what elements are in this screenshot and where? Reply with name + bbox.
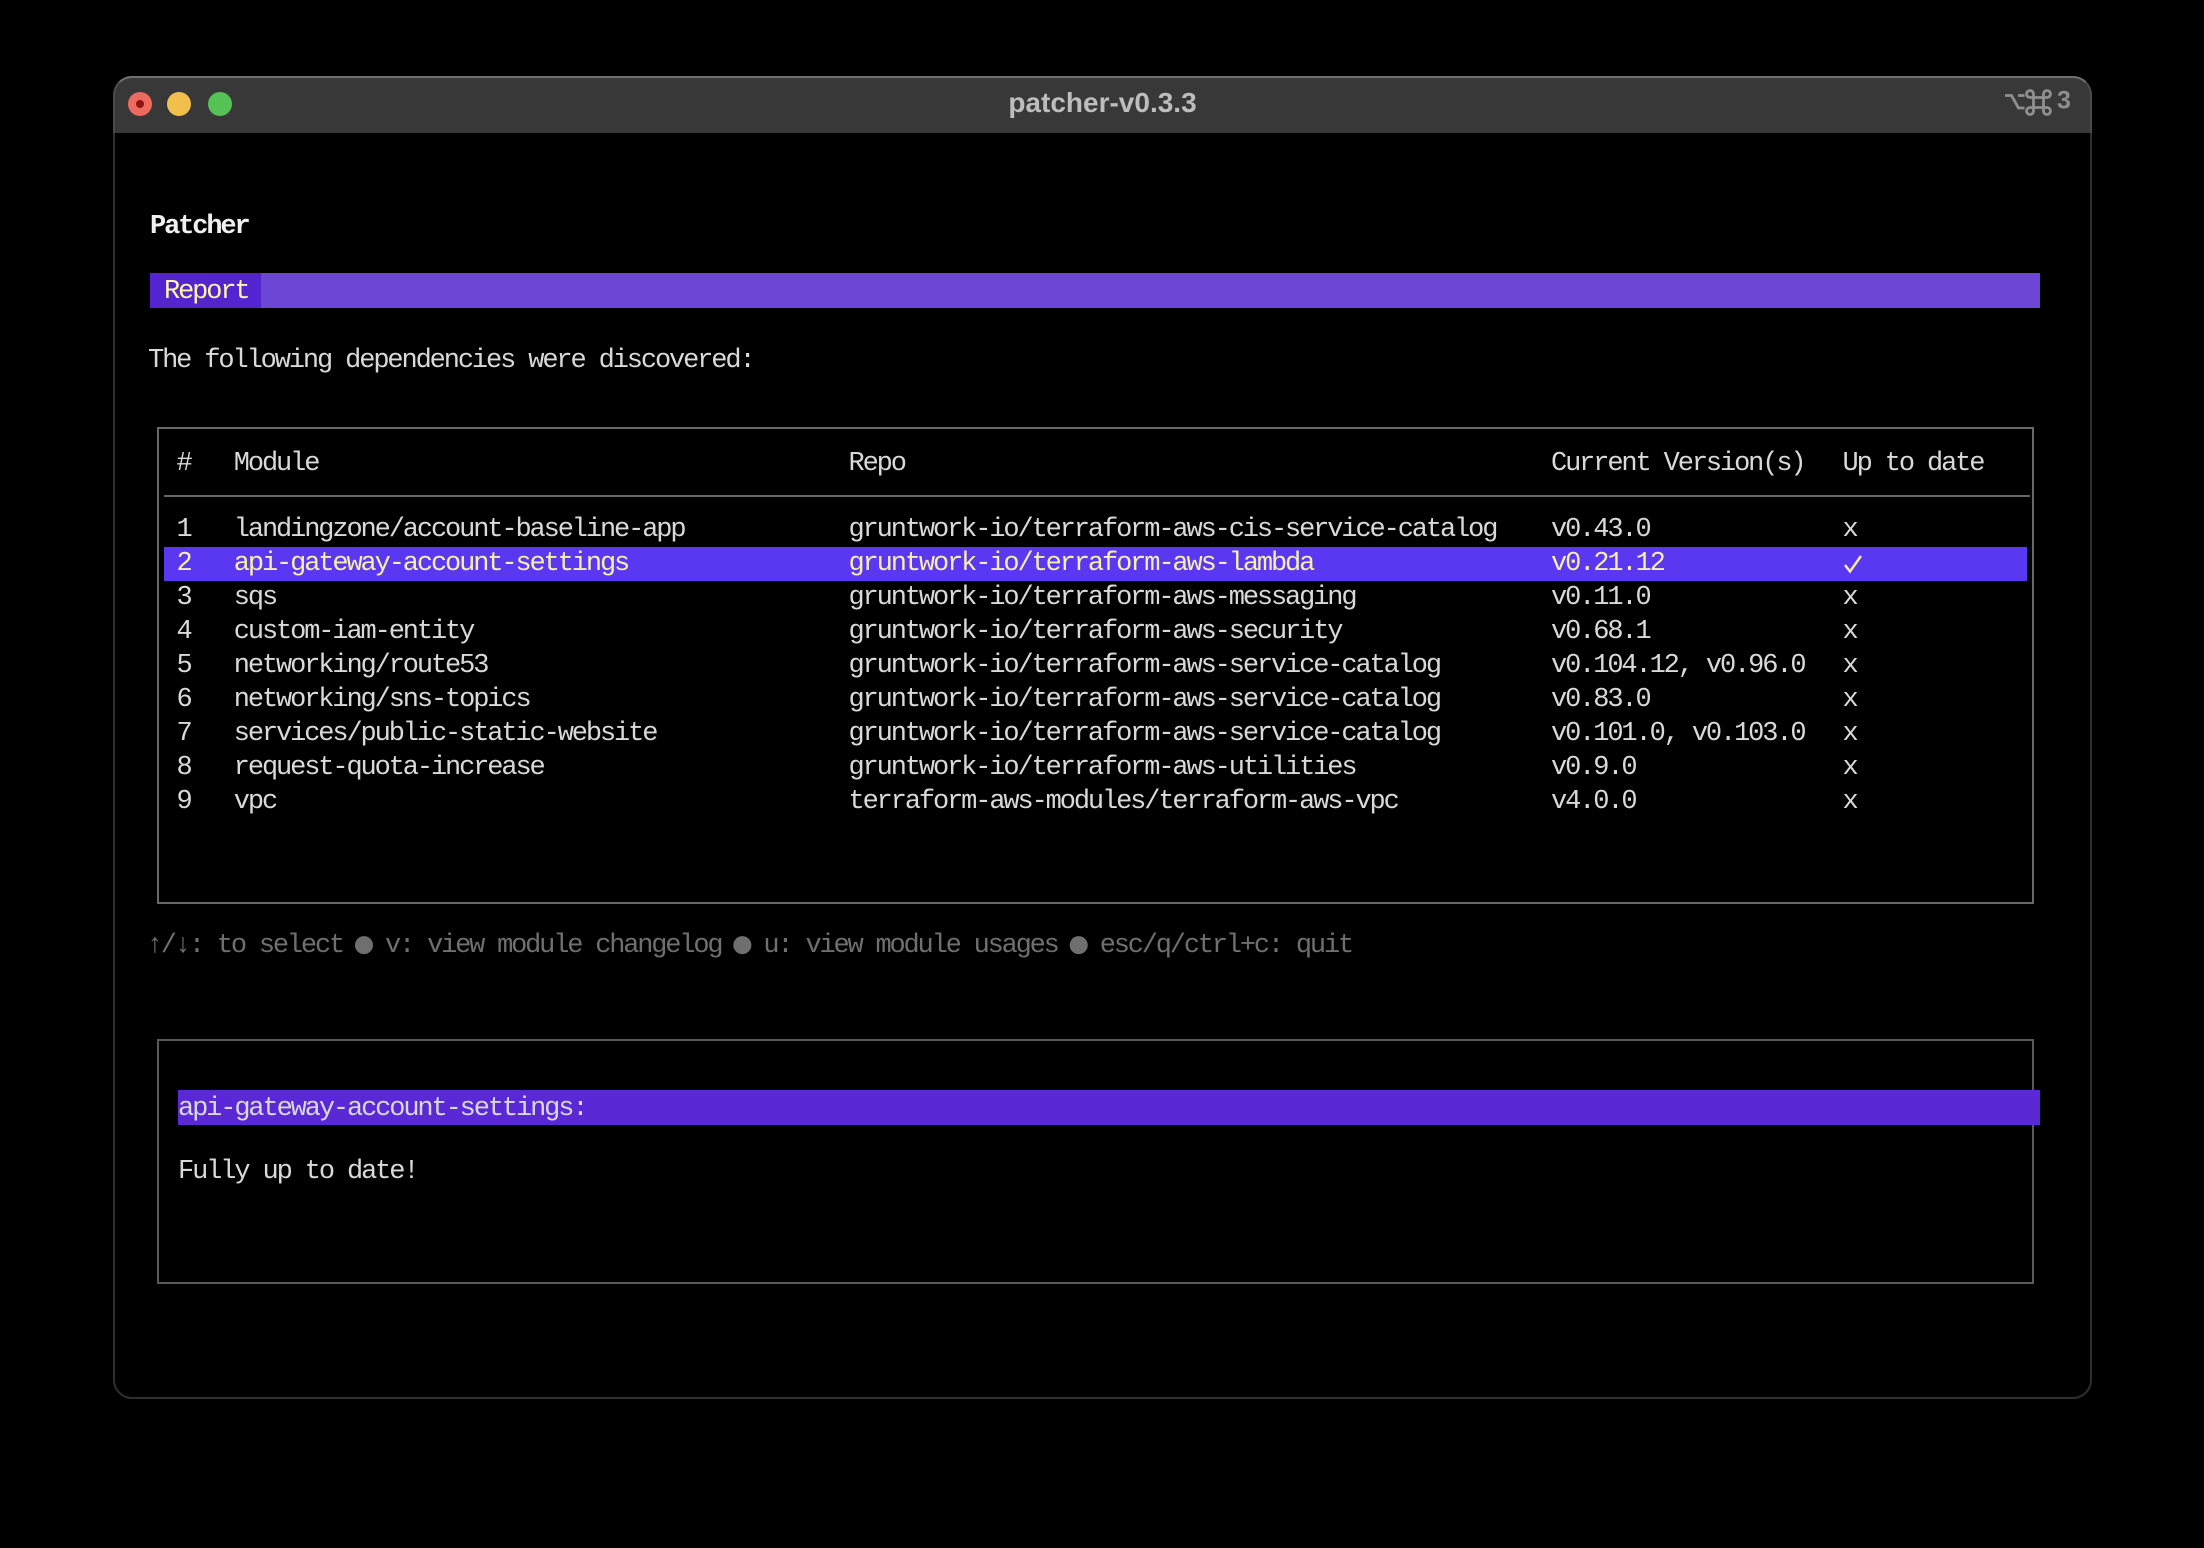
svg-text:3: 3 [2057,88,2071,115]
